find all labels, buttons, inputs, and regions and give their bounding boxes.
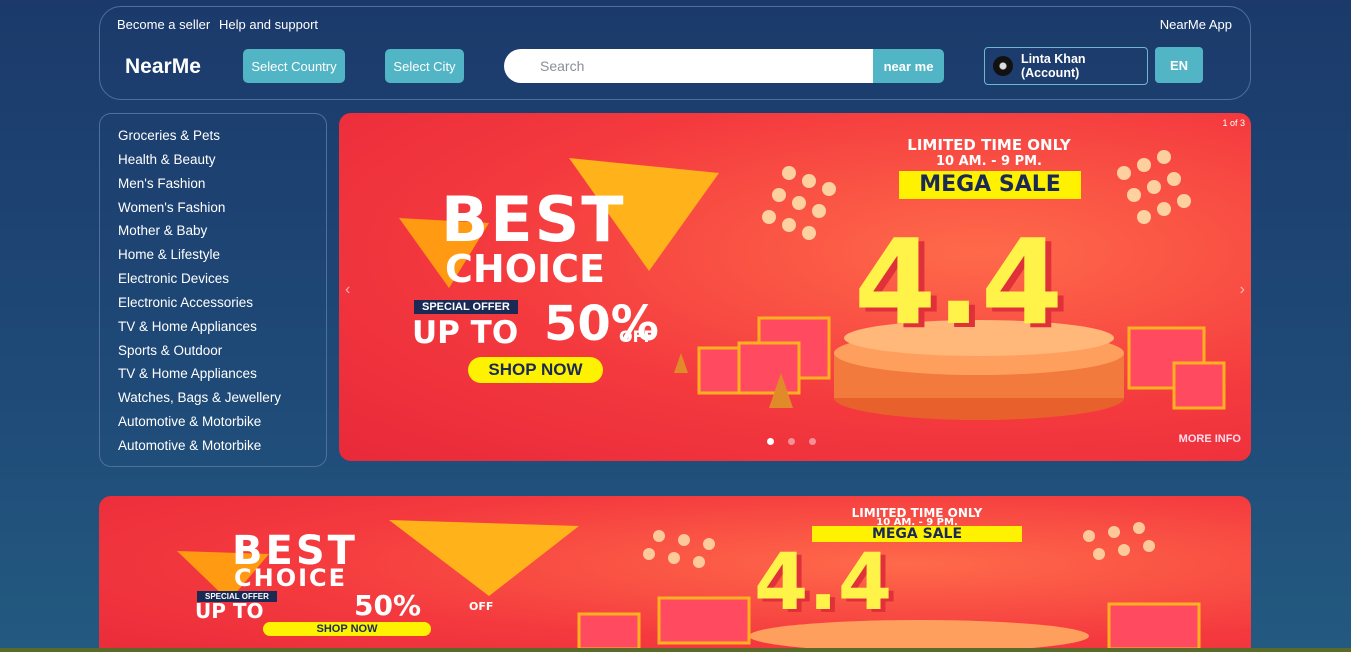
select-city-button[interactable]: Select City [385,49,464,83]
banner-upto-text: UP TO [412,315,519,351]
banner-choice-text: CHOICE [445,247,605,291]
carousel-dot-2[interactable] [788,438,795,445]
footer-strip [0,648,1351,652]
sidebar-item-home-lifestyle[interactable]: Home & Lifestyle [118,246,326,270]
shop-now-button[interactable]: SHOP NOW [468,357,603,383]
sidebar-item-automotive[interactable]: Automotive & Motorbike [118,413,326,437]
carousel-dots [767,438,816,445]
become-seller-link[interactable]: Become a seller [117,17,210,32]
promo-choice-text: CHOICE [234,564,348,592]
help-support-link[interactable]: Help and support [219,17,318,32]
limited-time-text: LIMITED TIME ONLY [907,136,1071,154]
sidebar-item-groceries[interactable]: Groceries & Pets [118,127,326,151]
avatar [993,56,1013,76]
category-sidebar: Groceries & Pets Health & Beauty Men's F… [99,113,327,467]
mega-sale-badge: MEGA SALE [899,171,1081,199]
sidebar-item-watches[interactable]: Watches, Bags & Jewellery [118,389,326,413]
hero-carousel[interactable]: 1 of 3 ‹ › BEST CHOICE SPECIAL OFFER UP … [339,113,1251,461]
language-button[interactable]: EN [1155,47,1203,83]
promo-percent-text: 50% [354,589,422,622]
sidebar-item-mens-fashion[interactable]: Men's Fashion [118,175,326,199]
search-bar: near me [504,49,944,83]
select-country-button[interactable]: Select Country [243,49,345,83]
promo-upto-text: UP TO [195,599,264,623]
slide-counter: 1 of 3 [1222,118,1245,128]
carousel-prev-icon[interactable]: ‹ [345,281,350,299]
promo-shop-now-button[interactable]: SHOP NOW [263,622,431,636]
banner-best-text: BEST [441,183,626,256]
banner-date-text: 4.4 [854,213,1064,351]
sidebar-item-electronic-devices[interactable]: Electronic Devices [118,270,326,294]
brand-logo[interactable]: NearMe [125,55,201,79]
top-header: Become a seller Help and support NearMe … [99,6,1251,100]
near-me-button[interactable]: near me [873,49,944,83]
app-link[interactable]: NearMe App [1160,17,1232,32]
carousel-next-icon[interactable]: › [1240,281,1245,299]
sidebar-item-sports[interactable]: Sports & Outdoor [118,342,326,366]
special-offer-badge: SPECIAL OFFER [414,300,518,314]
promo-banner[interactable]: BEST CHOICE SPECIAL OFFER UP TO 50% OFF … [99,496,1251,652]
sidebar-item-electronic-accessories[interactable]: Electronic Accessories [118,294,326,318]
sidebar-item-health[interactable]: Health & Beauty [118,151,326,175]
search-input[interactable] [504,49,873,83]
sidebar-item-tv-appliances[interactable]: TV & Home Appliances [118,318,326,342]
promo-off-text: OFF [469,600,494,613]
sidebar-item-womens-fashion[interactable]: Women's Fashion [118,199,326,223]
account-label: Linta Khan (Account) [1020,52,1086,80]
sale-hours-text: 10 AM. - 9 PM. [936,154,1042,169]
promo-date-text: 4.4 [754,538,893,628]
sidebar-item-automotive-2[interactable]: Automotive & Motorbike [118,437,326,461]
more-info-link[interactable]: MORE INFO [1179,433,1241,445]
carousel-dot-3[interactable] [809,438,816,445]
account-button[interactable]: Linta Khan (Account) [984,47,1148,85]
carousel-dot-1[interactable] [767,438,774,445]
sidebar-item-tv-appliances-2[interactable]: TV & Home Appliances [118,365,326,389]
sidebar-item-mother-baby[interactable]: Mother & Baby [118,222,326,246]
banner-off-text: OFF [619,327,655,346]
